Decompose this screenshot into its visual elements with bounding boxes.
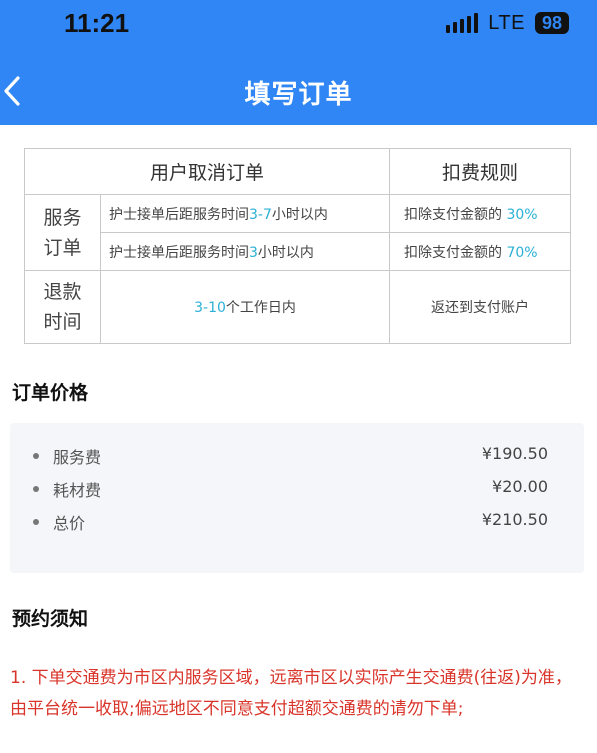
table-row: 护士接单后距服务时间3小时以内 扣除支付金额的 70% [25, 232, 572, 271]
price-item-amount: ¥20.00 [492, 477, 548, 496]
table-header-row: 用户取消订单 扣费规则 [23, 148, 572, 195]
rule-desc-2: 护士接单后距服务时间3小时以内 [99, 232, 391, 271]
page-title: 填写订单 [244, 80, 353, 110]
signal-icon [446, 13, 479, 33]
header-cancel-order: 用户取消订单 [23, 148, 391, 195]
price-item-amount: ¥210.50 [481, 510, 548, 529]
service-order-label-line1: 服务 [43, 206, 82, 229]
refund-label-line2: 时间 [43, 311, 82, 333]
list-item: 总价 ¥210.50 [33, 510, 548, 534]
price-item-name: 耗材费 [53, 481, 102, 500]
cancellation-rules-table: 用户取消订单 扣费规则 服务 订单 护士接单后距服务时间3-7小时以内 扣除支付… [23, 148, 572, 344]
bullet-icon [33, 486, 39, 492]
list-item: 服务费 ¥190.50 [33, 444, 548, 468]
status-time: 11:21 [64, 8, 130, 38]
order-price-title: 订单价格 [12, 382, 89, 404]
top-bar: 11:21 LTE 98 填写订单 [0, 0, 597, 125]
refund-time-label: 退款 时间 [24, 270, 101, 344]
price-item-name: 总价 [53, 514, 86, 533]
list-item: 耗材费 ¥20.00 [33, 477, 548, 501]
status-indicators: LTE 98 [446, 10, 569, 36]
booking-notice-text: 1. 下单交通费为市区内服务区域，远离市区以实际产生交通费(往返)为准，由平台统… [10, 668, 572, 719]
battery-level: 98 [534, 12, 569, 34]
rule-fee-2: 扣除支付金额的 70% [389, 232, 572, 271]
table-row: 服务 订单 护士接单后距服务时间3-7小时以内 扣除支付金额的 30% [24, 194, 572, 271]
rule-fee-1: 扣除支付金额的 30% [389, 194, 572, 233]
price-item-amount: ¥190.50 [481, 444, 548, 463]
header-fee-rule: 扣费规则 [389, 148, 572, 195]
price-item-name: 服务费 [53, 448, 102, 467]
rule-desc-1: 护士接单后距服务时间3-7小时以内 [99, 194, 391, 233]
bullet-icon [33, 453, 39, 459]
table-row: 退款 时间 3-10个工作日内 返还到支付账户 [24, 270, 572, 344]
refund-time-value: 3-10个工作日内 [99, 270, 391, 344]
network-type: LTE [488, 11, 525, 34]
bullet-icon [33, 519, 39, 525]
service-order-label-line2: 订单 [43, 236, 82, 259]
service-order-label: 服务 订单 [24, 194, 101, 271]
booking-notice-title: 预约须知 [12, 608, 89, 630]
refund-label-line1: 退款 [43, 281, 82, 303]
refund-destination: 返还到支付账户 [389, 270, 572, 344]
